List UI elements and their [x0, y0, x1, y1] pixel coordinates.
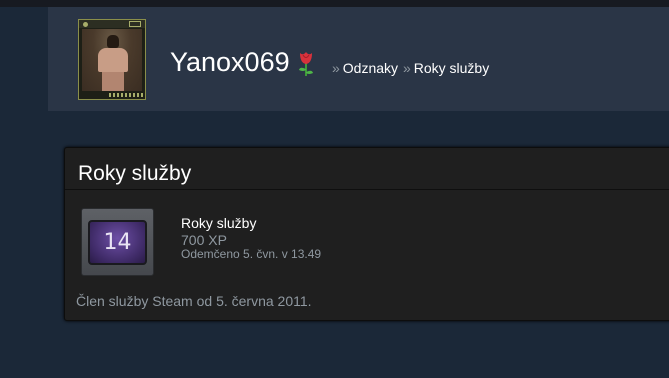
badge-icon: 14 [81, 208, 154, 276]
avatar-figure-legs [102, 72, 124, 91]
breadcrumb-link-years-of-service[interactable]: Roky služby [414, 60, 489, 76]
profile-username[interactable]: Yanox069 [170, 46, 290, 78]
breadcrumb-separator: » [402, 60, 411, 76]
breadcrumb: » Odznaky » Roky služby [331, 59, 489, 77]
breadcrumb-link-badges[interactable]: Odznaky [343, 60, 398, 76]
avatar-frame-window-icon [129, 21, 141, 27]
top-strip [0, 0, 669, 7]
rose-icon [299, 52, 313, 76]
panel-title: Roky služby [78, 162, 192, 185]
badge-unlocked-date: Odemčeno 5. čvn. v 13.49 [181, 247, 322, 261]
badge-panel: Roky služby 14 Roky služby 700 XP Odemče… [64, 147, 669, 321]
avatar-figure-head [107, 35, 119, 48]
panel-divider [65, 189, 669, 190]
badge-years-label: 14 [88, 220, 147, 265]
avatar-frame-top [79, 20, 145, 28]
badge-name: Roky služby [181, 215, 257, 231]
member-since-text: Člen služby Steam od 5. června 2011. [76, 293, 312, 309]
avatar-figure-body [98, 48, 128, 72]
avatar-frame-bar [109, 93, 143, 97]
avatar[interactable] [78, 19, 146, 100]
breadcrumb-separator: » [332, 60, 340, 76]
avatar-frame-dot [83, 22, 88, 27]
avatar-image [82, 29, 142, 91]
